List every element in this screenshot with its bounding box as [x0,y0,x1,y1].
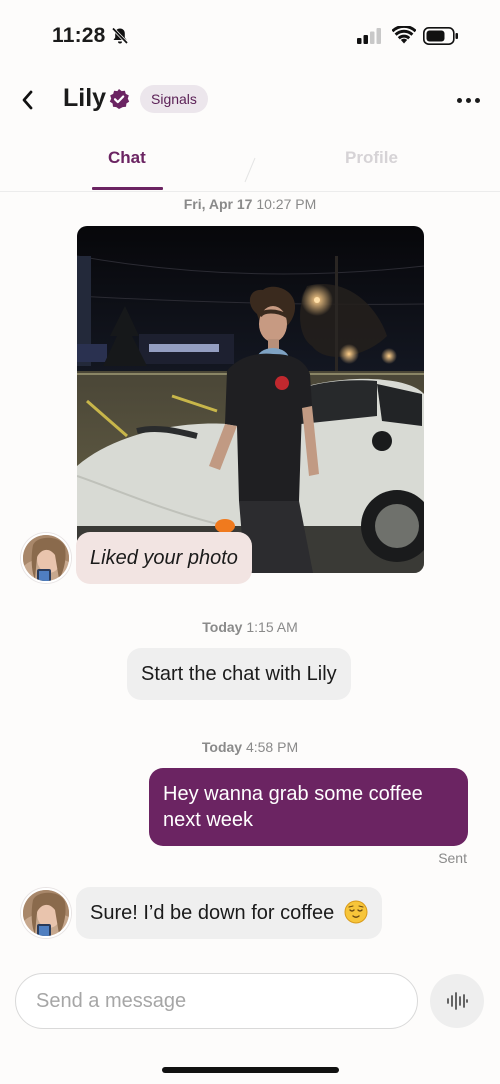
chat-header: Lily Signals [0,72,500,128]
message-input[interactable] [15,973,418,1029]
back-button[interactable] [14,86,42,114]
status-time: 11:28 [52,24,106,47]
bell-slash-icon [111,27,129,45]
more-options-button[interactable] [452,86,484,114]
liked-photo[interactable] [77,226,424,573]
audio-waveform-icon [447,992,468,1010]
tab-profile[interactable]: Profile [345,148,398,168]
cellular-signal-icon [357,28,381,44]
tab-divider [244,157,256,183]
home-indicator [162,1067,339,1073]
status-bar: 11:28 [0,0,500,70]
avatar[interactable] [21,888,71,938]
message-timestamp: Today 4:58 PM [201,739,299,755]
tab-bar: Chat Profile [0,130,500,192]
active-tab-indicator [92,187,163,190]
message-timestamp: Today 1:15 AM [202,619,298,635]
wifi-icon [392,26,416,44]
battery-icon [423,27,458,45]
chevron-left-icon [22,90,33,110]
signals-chip[interactable]: Signals [140,85,208,113]
voice-message-button[interactable] [430,974,484,1028]
liked-photo-bubble: Liked your photo [76,532,252,584]
chat-start-bubble: Start the chat with Lily [127,648,351,700]
received-message-bubble[interactable]: Sure! I’d be down for coffee [76,887,382,939]
verified-badge-icon [109,89,130,109]
tab-chat[interactable]: Chat [108,148,146,168]
relieved-face-emoji-icon [344,900,368,924]
received-message-text: Sure! I’d be down for coffee [90,902,335,924]
contact-name[interactable]: Lily [63,84,106,113]
ellipsis-icon [456,97,462,103]
sent-message-bubble[interactable]: Hey wanna grab some coffee next week [149,768,468,846]
message-timestamp: Fri, Apr 17 10:27 PM [183,196,317,212]
avatar[interactable] [21,533,71,583]
delivery-status: Sent [438,850,467,866]
